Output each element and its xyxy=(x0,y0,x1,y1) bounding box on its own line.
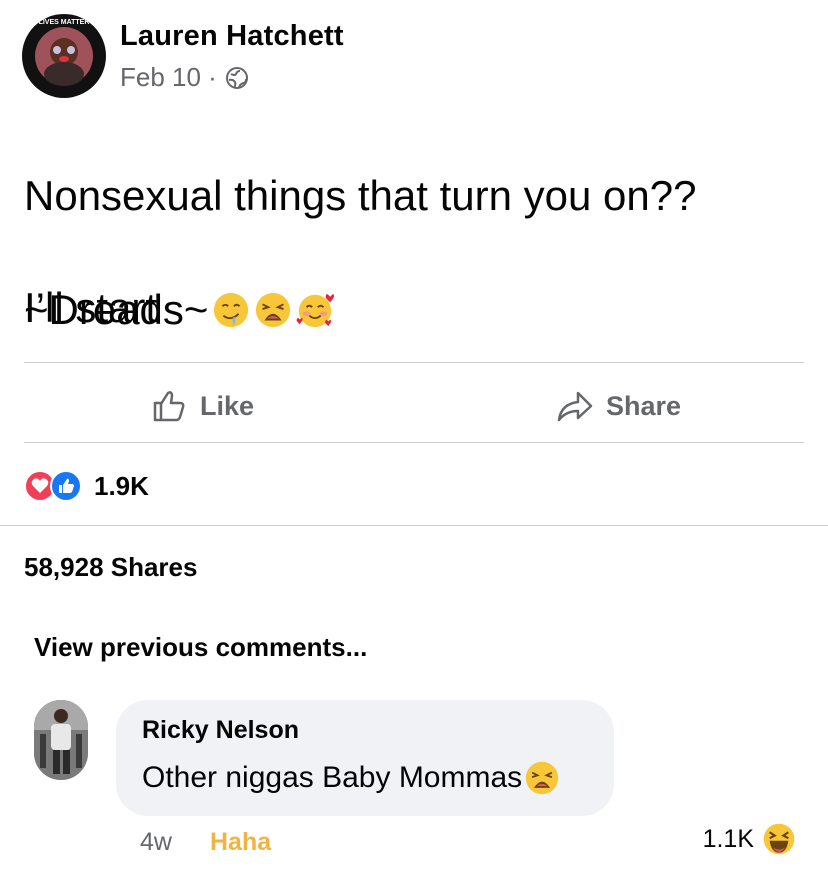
divider xyxy=(24,442,804,443)
post-meta: Feb 10 · xyxy=(120,62,249,93)
post-text-line-3-row: ~Dreads~ xyxy=(24,286,335,334)
post-text: Nonsexual things that turn you on?? I’ll… xyxy=(24,112,804,392)
svg-text:LIVES MATTER: LIVES MATTER xyxy=(39,19,90,26)
share-count[interactable]: 58,928 Shares xyxy=(24,552,197,583)
divider xyxy=(0,525,828,526)
share-label: Share xyxy=(606,390,682,421)
share-arrow-icon xyxy=(557,391,593,422)
share-button[interactable]: Share xyxy=(556,388,681,424)
laughing-face-icon xyxy=(763,823,795,855)
author-avatar[interactable]: LIVES MATTER xyxy=(22,14,106,98)
reaction-summary[interactable]: 1.9K xyxy=(24,470,149,502)
drooling-face-icon xyxy=(214,292,249,328)
comment-reaction-count: 1.1K xyxy=(702,824,754,853)
author-name[interactable]: Lauren Hatchett xyxy=(120,20,344,53)
thumbs-up-icon xyxy=(153,391,185,422)
weary-face-icon xyxy=(525,761,559,795)
post-date[interactable]: Feb 10 · xyxy=(120,62,217,93)
divider xyxy=(24,362,804,363)
view-previous-comments[interactable]: View previous comments... xyxy=(34,632,367,663)
comment-text: Other niggas Baby Mommas xyxy=(142,761,523,794)
comment-text-row: Other niggas Baby Mommas xyxy=(142,760,560,796)
comment-react-button[interactable]: Haha xyxy=(210,828,271,857)
post-text-line-3: ~Dreads~ xyxy=(24,286,209,333)
reaction-count: 1.9K xyxy=(94,470,149,501)
like-button[interactable]: Like xyxy=(152,388,254,424)
globe-icon xyxy=(225,66,248,89)
commenter-avatar[interactable] xyxy=(34,700,88,780)
post-text-line-1: Nonsexual things that turn you on?? xyxy=(24,172,697,219)
like-reaction-icon xyxy=(50,470,82,502)
blm-frame: LIVES MATTER xyxy=(23,15,105,97)
comment-reaction-summary[interactable]: 1.1K xyxy=(703,822,796,856)
comment-time[interactable]: 4w xyxy=(140,828,172,857)
weary-face-icon xyxy=(256,292,291,328)
commenter-name[interactable]: Ricky Nelson xyxy=(142,716,299,745)
smiling-face-with-hearts-icon xyxy=(297,293,335,328)
like-label: Like xyxy=(200,390,255,421)
